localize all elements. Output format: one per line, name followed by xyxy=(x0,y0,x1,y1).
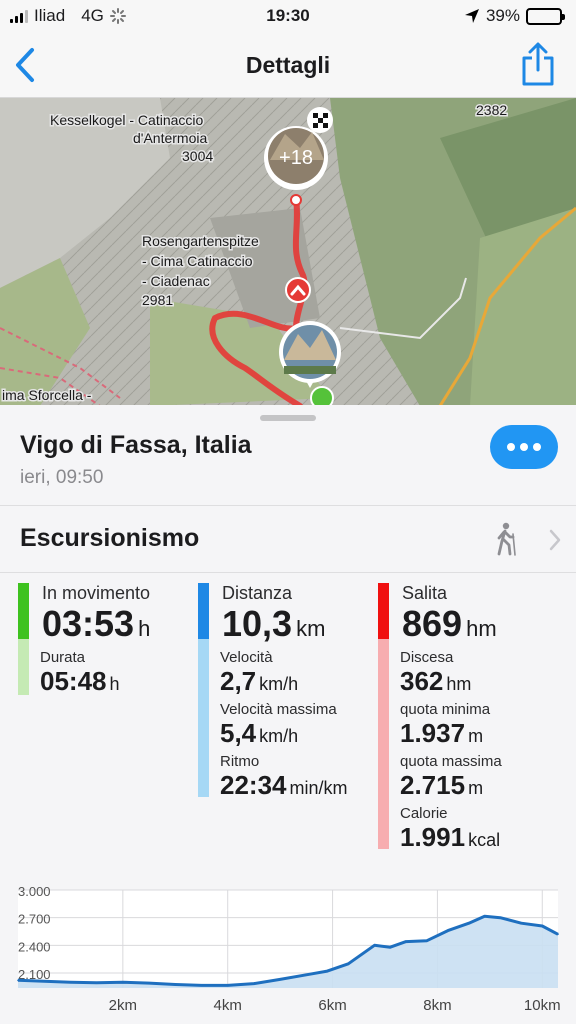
elevation-point xyxy=(226,984,229,987)
elevation-point xyxy=(174,983,177,986)
elevation-point xyxy=(200,984,203,987)
status-bar: Iliad 4G 19:30 39% xyxy=(0,0,576,34)
finish-flag-icon xyxy=(307,107,333,133)
x-tick-label: 8km xyxy=(423,997,451,1014)
x-tick-label: 10km xyxy=(524,997,561,1014)
elevation-chart-svg: 3.0002.7002.4002.1002km 4km 6km 8km 10km xyxy=(17,884,561,1014)
elevation-point xyxy=(69,981,72,983)
distance-value: 10,3 km xyxy=(222,603,326,644)
activity-place: Vigo di Fassa, Italia xyxy=(20,431,252,459)
distance-title: Distanza xyxy=(222,583,293,603)
x-tick-label: 2km xyxy=(109,997,137,1014)
activity-type-label: Escursionismo xyxy=(20,524,200,552)
location-arrow-icon xyxy=(464,9,479,23)
map-label-peak2-name3: - Ciadenac xyxy=(142,273,210,289)
more-dots-icon xyxy=(507,443,515,451)
map-label-peak2-name2: - Cima Catinaccio xyxy=(142,253,253,269)
elevation-point xyxy=(95,981,98,984)
speed-stat: Velocità 2,7 km/h xyxy=(220,649,299,696)
moving-color-bar xyxy=(18,583,29,639)
min-altitude-stat: quota minima 1.937 m xyxy=(400,701,491,748)
ascent-color-bar xyxy=(378,583,389,639)
more-options-button[interactable] xyxy=(490,425,558,469)
elevation-point xyxy=(426,939,428,942)
elevation-point xyxy=(326,970,329,972)
pace-stat: Ritmo 22:34 min/km xyxy=(220,753,348,800)
elevation-point xyxy=(483,915,486,918)
activity-date: ieri, 09:50 xyxy=(20,467,104,488)
elevation-point xyxy=(389,946,392,948)
distance-color-bar xyxy=(198,583,209,639)
hiker-icon xyxy=(497,522,516,556)
elevation-point xyxy=(405,940,407,943)
elevation-point xyxy=(122,981,124,983)
map-label-peak1-name1: Kesselkogel - Catinaccio xyxy=(50,112,204,128)
ascent-value: 869 hm xyxy=(402,603,497,644)
elevation-point xyxy=(347,962,350,965)
elevation-point xyxy=(305,974,308,976)
descent-stat: Discesa 362 hm xyxy=(400,649,472,696)
map-label-pass: ima Sforcella - xyxy=(2,387,92,403)
map-label-peak1-name2: d'Antermoia xyxy=(133,130,207,146)
moving-value: 03:53 h xyxy=(42,603,151,644)
x-tick-label: 6km xyxy=(318,997,346,1014)
elevation-point xyxy=(43,980,46,983)
map-label-corner-elev: 2382 xyxy=(476,102,507,118)
map-canvas: Kesselkogel - Catinaccio d'Antermoia 300… xyxy=(0,98,576,406)
battery-percent: 39% xyxy=(485,6,520,25)
max-speed-stat: Velocità massima 5,4 km/h xyxy=(220,701,337,748)
x-tick-label: 4km xyxy=(214,997,242,1014)
elevation-point xyxy=(253,982,255,985)
elevation-point xyxy=(520,922,523,924)
map-label-peak2-elev: 2981 xyxy=(142,292,173,308)
y-tick-label: 2.400 xyxy=(18,939,51,954)
elevation-point xyxy=(468,922,470,924)
photo-count-badge: +18 xyxy=(279,147,313,169)
elevation-point xyxy=(541,925,544,927)
page-title: Dettagli xyxy=(245,52,331,78)
map-label-peak2-name1: Rosengartenspitze xyxy=(142,233,259,249)
activity-type-row[interactable]: Escursionismo xyxy=(0,505,576,573)
duration-stat: Durata 05:48 h xyxy=(40,649,120,696)
moving-title: In movimento xyxy=(42,583,151,603)
start-point-marker xyxy=(310,386,334,406)
ascent-title: Salita xyxy=(402,583,448,603)
calories-stat: Calorie 1.991 kcal xyxy=(400,805,501,852)
sheet-drag-handle[interactable] xyxy=(260,415,316,421)
direction-arrow-icon xyxy=(285,277,311,303)
max-altitude-stat: quota massima 2.715 m xyxy=(400,753,502,800)
y-tick-label: 3.000 xyxy=(18,884,51,899)
elevation-point xyxy=(447,929,449,932)
elevation-point xyxy=(279,978,281,981)
elevation-point xyxy=(557,933,559,936)
route-map[interactable]: Kesselkogel - Catinaccio d'Antermoia 300… xyxy=(0,98,576,406)
elevation-profile-chart[interactable]: 3.000 2.700 2.400 2.100 2km 4km 6km 8km 10km xyxy=(0,878,576,1024)
elevation-point xyxy=(148,982,150,984)
battery-icon xyxy=(526,7,565,25)
elevation-point xyxy=(373,944,376,947)
share-icon[interactable] xyxy=(520,42,556,86)
elevation-point xyxy=(17,979,19,982)
chevron-right-icon xyxy=(549,529,561,551)
map-label-peak1-elev: 3004 xyxy=(182,148,213,164)
navigation-bar: Dettagli xyxy=(0,34,576,98)
y-tick-label: 2.700 xyxy=(18,912,51,927)
elevation-point xyxy=(499,916,502,919)
